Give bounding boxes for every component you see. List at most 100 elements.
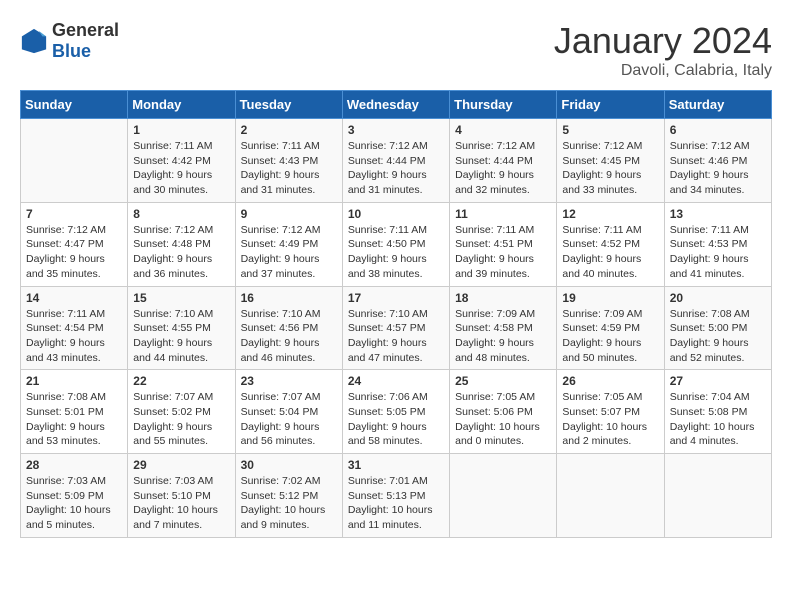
calendar-cell: 9 Sunrise: 7:12 AM Sunset: 4:49 PM Daylig… bbox=[235, 202, 342, 286]
logo: General Blue bbox=[20, 20, 119, 62]
calendar-cell: 25Sunrise: 7:05 AM Sunset: 5:06 PM Dayli… bbox=[450, 370, 557, 454]
cell-content: Sunrise: 7:05 AM Sunset: 5:07 PM Dayligh… bbox=[562, 390, 658, 449]
cell-content: Sunrise: 7:12 AM Sunset: 4:44 PM Dayligh… bbox=[348, 139, 444, 198]
cell-content: Sunrise: 7:12 AM Sunset: 4:49 PM Dayligh… bbox=[241, 223, 337, 282]
day-number: 24 bbox=[348, 374, 444, 388]
day-number: 22 bbox=[133, 374, 229, 388]
calendar-cell bbox=[21, 119, 128, 203]
cell-content: Sunrise: 7:10 AM Sunset: 4:57 PM Dayligh… bbox=[348, 307, 444, 366]
cell-content: Sunrise: 7:10 AM Sunset: 4:55 PM Dayligh… bbox=[133, 307, 229, 366]
cell-content: Sunrise: 7:11 AM Sunset: 4:52 PM Dayligh… bbox=[562, 223, 658, 282]
day-number: 21 bbox=[26, 374, 122, 388]
calendar-cell: 6 Sunrise: 7:12 AM Sunset: 4:46 PM Daylig… bbox=[664, 119, 771, 203]
day-number: 9 bbox=[241, 207, 337, 221]
day-number: 23 bbox=[241, 374, 337, 388]
calendar-cell: 27 Sunrise: 7:04 AM Sunset: 5:08 PM Dayli… bbox=[664, 370, 771, 454]
day-number: 15 bbox=[133, 291, 229, 305]
cell-content: Sunrise: 7:01 AM Sunset: 5:13 PM Dayligh… bbox=[348, 474, 444, 533]
calendar-cell bbox=[664, 454, 771, 538]
cell-content: Sunrise: 7:07 AM Sunset: 5:04 PM Dayligh… bbox=[241, 390, 337, 449]
day-number: 14 bbox=[26, 291, 122, 305]
col-monday: Monday bbox=[128, 91, 235, 119]
day-number: 28 bbox=[26, 458, 122, 472]
calendar-cell: 17 Sunrise: 7:10 AM Sunset: 4:57 PM Dayli… bbox=[342, 286, 449, 370]
day-number: 3 bbox=[348, 123, 444, 137]
calendar-cell: 1 Sunrise: 7:11 AM Sunset: 4:42 PM Daylig… bbox=[128, 119, 235, 203]
cell-content: Sunrise: 7:03 AM Sunset: 5:09 PM Dayligh… bbox=[26, 474, 122, 533]
cell-content: Sunrise: 7:12 AM Sunset: 4:48 PM Dayligh… bbox=[133, 223, 229, 282]
day-number: 16 bbox=[241, 291, 337, 305]
logo-text: General Blue bbox=[52, 20, 119, 62]
cell-content: Sunrise: 7:04 AM Sunset: 5:08 PM Dayligh… bbox=[670, 390, 766, 449]
day-number: 6 bbox=[670, 123, 766, 137]
col-sunday: Sunday bbox=[21, 91, 128, 119]
calendar-week-2: 14 Sunrise: 7:11 AM Sunset: 4:54 PM Dayli… bbox=[21, 286, 772, 370]
calendar-cell: 23 Sunrise: 7:07 AM Sunset: 5:04 PM Dayli… bbox=[235, 370, 342, 454]
day-number: 26 bbox=[562, 374, 658, 388]
calendar-cell: 28 Sunrise: 7:03 AM Sunset: 5:09 PM Dayli… bbox=[21, 454, 128, 538]
day-number: 18 bbox=[455, 291, 551, 305]
day-number: 20 bbox=[670, 291, 766, 305]
header: General Blue January 2024 Davoli, Calabr… bbox=[20, 20, 772, 80]
day-number: 29 bbox=[133, 458, 229, 472]
cell-content: Sunrise: 7:10 AM Sunset: 4:56 PM Dayligh… bbox=[241, 307, 337, 366]
calendar-week-3: 21 Sunrise: 7:08 AM Sunset: 5:01 PM Dayli… bbox=[21, 370, 772, 454]
cell-content: Sunrise: 7:07 AM Sunset: 5:02 PM Dayligh… bbox=[133, 390, 229, 449]
calendar-cell: 8 Sunrise: 7:12 AM Sunset: 4:48 PM Daylig… bbox=[128, 202, 235, 286]
day-number: 30 bbox=[241, 458, 337, 472]
cell-content: Sunrise: 7:06 AM Sunset: 5:05 PM Dayligh… bbox=[348, 390, 444, 449]
calendar-cell: 14 Sunrise: 7:11 AM Sunset: 4:54 PM Dayli… bbox=[21, 286, 128, 370]
calendar-cell: 16 Sunrise: 7:10 AM Sunset: 4:56 PM Dayli… bbox=[235, 286, 342, 370]
logo-general: General bbox=[52, 20, 119, 40]
col-wednesday: Wednesday bbox=[342, 91, 449, 119]
day-number: 17 bbox=[348, 291, 444, 305]
header-row: Sunday Monday Tuesday Wednesday Thursday… bbox=[21, 91, 772, 119]
calendar-cell bbox=[557, 454, 664, 538]
calendar-cell: 30Sunrise: 7:02 AM Sunset: 5:12 PM Dayli… bbox=[235, 454, 342, 538]
day-number: 2 bbox=[241, 123, 337, 137]
cell-content: Sunrise: 7:11 AM Sunset: 4:42 PM Dayligh… bbox=[133, 139, 229, 198]
calendar-cell: 10Sunrise: 7:11 AM Sunset: 4:50 PM Dayli… bbox=[342, 202, 449, 286]
calendar-table: Sunday Monday Tuesday Wednesday Thursday… bbox=[20, 90, 772, 538]
day-number: 25 bbox=[455, 374, 551, 388]
calendar-week-1: 7Sunrise: 7:12 AM Sunset: 4:47 PM Daylig… bbox=[21, 202, 772, 286]
cell-content: Sunrise: 7:08 AM Sunset: 5:00 PM Dayligh… bbox=[670, 307, 766, 366]
day-number: 27 bbox=[670, 374, 766, 388]
calendar-cell: 5 Sunrise: 7:12 AM Sunset: 4:45 PM Daylig… bbox=[557, 119, 664, 203]
day-number: 1 bbox=[133, 123, 229, 137]
calendar-body: 1 Sunrise: 7:11 AM Sunset: 4:42 PM Daylig… bbox=[21, 119, 772, 538]
cell-content: Sunrise: 7:11 AM Sunset: 4:50 PM Dayligh… bbox=[348, 223, 444, 282]
calendar-cell bbox=[450, 454, 557, 538]
day-number: 19 bbox=[562, 291, 658, 305]
day-number: 12 bbox=[562, 207, 658, 221]
calendar-cell: 19 Sunrise: 7:09 AM Sunset: 4:59 PM Dayli… bbox=[557, 286, 664, 370]
col-friday: Friday bbox=[557, 91, 664, 119]
calendar-week-4: 28 Sunrise: 7:03 AM Sunset: 5:09 PM Dayli… bbox=[21, 454, 772, 538]
day-number: 8 bbox=[133, 207, 229, 221]
calendar-cell: 18Sunrise: 7:09 AM Sunset: 4:58 PM Dayli… bbox=[450, 286, 557, 370]
calendar-cell: 11Sunrise: 7:11 AM Sunset: 4:51 PM Dayli… bbox=[450, 202, 557, 286]
calendar-cell: 24 Sunrise: 7:06 AM Sunset: 5:05 PM Dayli… bbox=[342, 370, 449, 454]
day-number: 31 bbox=[348, 458, 444, 472]
calendar-cell: 3 Sunrise: 7:12 AM Sunset: 4:44 PM Daylig… bbox=[342, 119, 449, 203]
calendar-cell: 15 Sunrise: 7:10 AM Sunset: 4:55 PM Dayli… bbox=[128, 286, 235, 370]
cell-content: Sunrise: 7:09 AM Sunset: 4:59 PM Dayligh… bbox=[562, 307, 658, 366]
logo-blue: Blue bbox=[52, 41, 91, 61]
day-number: 13 bbox=[670, 207, 766, 221]
cell-content: Sunrise: 7:03 AM Sunset: 5:10 PM Dayligh… bbox=[133, 474, 229, 533]
cell-content: Sunrise: 7:08 AM Sunset: 5:01 PM Dayligh… bbox=[26, 390, 122, 449]
cell-content: Sunrise: 7:12 AM Sunset: 4:47 PM Dayligh… bbox=[26, 223, 122, 282]
cell-content: Sunrise: 7:11 AM Sunset: 4:54 PM Dayligh… bbox=[26, 307, 122, 366]
calendar-cell: 26 Sunrise: 7:05 AM Sunset: 5:07 PM Dayli… bbox=[557, 370, 664, 454]
cell-content: Sunrise: 7:12 AM Sunset: 4:46 PM Dayligh… bbox=[670, 139, 766, 198]
col-thursday: Thursday bbox=[450, 91, 557, 119]
col-saturday: Saturday bbox=[664, 91, 771, 119]
calendar-cell: 29 Sunrise: 7:03 AM Sunset: 5:10 PM Dayli… bbox=[128, 454, 235, 538]
cell-content: Sunrise: 7:12 AM Sunset: 4:45 PM Dayligh… bbox=[562, 139, 658, 198]
subtitle: Davoli, Calabria, Italy bbox=[554, 62, 772, 80]
day-number: 11 bbox=[455, 207, 551, 221]
calendar-cell: 13Sunrise: 7:11 AM Sunset: 4:53 PM Dayli… bbox=[664, 202, 771, 286]
main-title: January 2024 bbox=[554, 20, 772, 62]
calendar-cell: 31 Sunrise: 7:01 AM Sunset: 5:13 PM Dayli… bbox=[342, 454, 449, 538]
day-number: 5 bbox=[562, 123, 658, 137]
